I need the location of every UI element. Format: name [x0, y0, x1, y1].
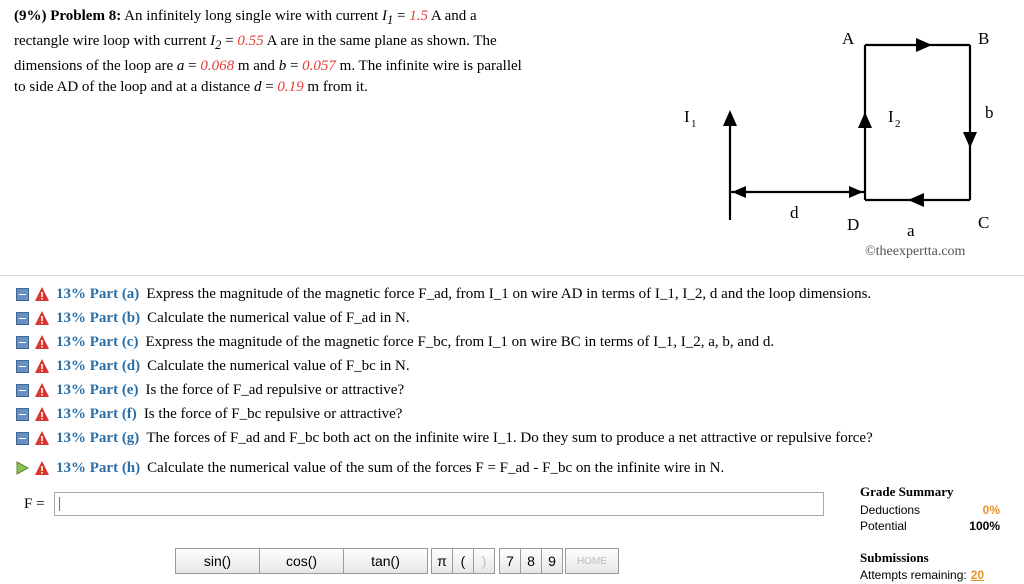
current-i2-value: 0.55 [237, 33, 264, 49]
part-text: Calculate the numerical value of F_bc in… [147, 357, 410, 374]
part-d-row[interactable]: 13% Part (d) Calculate the numerical val… [14, 354, 1014, 378]
part-b-row[interactable]: 13% Part (b) Calculate the numerical val… [14, 306, 1014, 330]
potential-value: 100% [969, 519, 1000, 533]
minimize-icon[interactable] [14, 430, 30, 446]
attempts-row: Attempts remaining: 20 [860, 567, 985, 582]
part-label[interactable]: 13% Part (f) [56, 406, 137, 423]
problem-line-4: to side AD of the loop and at a distance… [14, 79, 368, 95]
part-c-row[interactable]: 13% Part (c) Express the magnitude of th… [14, 330, 1014, 354]
warning-icon [35, 287, 49, 301]
warning-icon [35, 335, 49, 349]
label-c-corner: C [978, 213, 989, 232]
sin-key[interactable]: sin() [175, 548, 260, 574]
answer-input[interactable] [54, 492, 824, 516]
minimize-icon[interactable] [14, 358, 30, 374]
current-i1-value: 1.5 [409, 8, 428, 24]
answer-label: F = [24, 496, 45, 512]
part-g-row[interactable]: 13% Part (g) The forces of F_ad and F_bc… [14, 426, 1014, 450]
pi-key[interactable]: π [431, 548, 453, 574]
d-value: 0.19 [277, 79, 304, 95]
problem-line-2: rectangle wire loop with current I2 = 0.… [14, 33, 497, 52]
section-divider [0, 275, 1024, 276]
problem-line-3: dimensions of the loop are a = 0.068 m a… [14, 58, 522, 74]
part-text: Calculate the numerical value of F_ad in… [147, 309, 410, 326]
watermark: ©theexpertta.com [865, 244, 966, 259]
warning-icon [35, 431, 49, 445]
part-label[interactable]: 13% Part (h) [56, 460, 140, 477]
key-8[interactable]: 8 [520, 548, 542, 574]
grade-summary-title: Grade Summary [860, 484, 954, 499]
label-i1: I [684, 107, 690, 126]
potential-row: Potential 100% [860, 519, 1000, 533]
part-text: The forces of F_ad and F_bc both act on … [146, 429, 873, 446]
parts-list: 13% Part (a) Express the magnitude of th… [14, 282, 1014, 480]
text-caret [59, 497, 60, 511]
label-d-distance: d [790, 203, 799, 222]
part-h-row[interactable]: 13% Part (h) Calculate the numerical val… [14, 456, 1014, 480]
key-7[interactable]: 7 [499, 548, 521, 574]
problem-line-1: (9%) Problem 8: An infinitely long singl… [14, 8, 477, 27]
part-text: Express the magnitude of the magnetic fo… [145, 333, 775, 350]
label-a-side: a [907, 221, 915, 240]
ab-right-arrow [916, 38, 932, 52]
a-value: 0.068 [200, 58, 235, 74]
label-a-corner: A [842, 29, 855, 48]
part-text: Express the magnitude of the magnetic fo… [146, 285, 872, 302]
part-label[interactable]: 13% Part (d) [56, 358, 140, 375]
label-i2: I [888, 107, 894, 126]
part-label[interactable]: 13% Part (a) [56, 286, 139, 303]
deductions-row: Deductions 0% [860, 503, 1000, 517]
key-9[interactable]: 9 [541, 548, 563, 574]
part-label[interactable]: 13% Part (b) [56, 310, 140, 327]
problem-statement: (9%) Problem 8: An infinitely long singl… [14, 6, 614, 98]
part-label[interactable]: 13% Part (g) [56, 430, 139, 447]
submissions-title: Submissions [860, 550, 929, 565]
minimize-icon[interactable] [14, 286, 30, 302]
part-e-row[interactable]: 13% Part (e) Is the force of F_ad repuls… [14, 378, 1014, 402]
wire-loop-diagram: A B C D I 1 I 2 b a d ©theexpertta.com [684, 29, 994, 259]
part-text: Is the force of F_ad repulsive or attrac… [145, 381, 405, 398]
label-b-corner: B [978, 29, 989, 48]
part-f-row[interactable]: 13% Part (f) Is the force of F_bc repuls… [14, 402, 1014, 426]
part-text: Calculate the numerical value of the sum… [147, 459, 725, 476]
part-label[interactable]: 13% Part (c) [56, 334, 138, 351]
part-text: Is the force of F_bc repulsive or attrac… [143, 405, 403, 422]
minimize-icon[interactable] [14, 382, 30, 398]
svg-text:1: 1 [691, 118, 697, 130]
deductions-value: 0% [982, 503, 1000, 517]
part-a-row[interactable]: 13% Part (a) Express the magnitude of th… [14, 282, 1014, 306]
minimize-icon[interactable] [14, 334, 30, 350]
warning-icon [35, 359, 49, 373]
play-triangle-icon[interactable] [14, 460, 30, 476]
home-key[interactable]: HOME [565, 548, 619, 574]
label-d-corner: D [847, 215, 859, 234]
d-right-arrowhead [849, 186, 863, 198]
left-paren-key[interactable]: ( [452, 548, 474, 574]
b-value: 0.057 [302, 58, 336, 74]
i1-up-arrow [723, 110, 737, 126]
svg-text:2: 2 [895, 118, 901, 130]
warning-icon [35, 407, 49, 421]
label-b-side: b [985, 103, 994, 122]
right-paren-key[interactable]: ) [473, 548, 495, 574]
minimize-icon[interactable] [14, 406, 30, 422]
ad-up-arrow [858, 112, 872, 128]
problem-label: (9%) Problem 8: [14, 8, 122, 24]
attempts-value[interactable]: 20 [971, 568, 984, 582]
bc-down-arrow [963, 132, 977, 148]
minimize-icon[interactable] [14, 310, 30, 326]
d-left-arrowhead [732, 186, 746, 198]
warning-icon [35, 311, 49, 325]
cos-key[interactable]: cos() [259, 548, 344, 574]
grade-summary: Grade Summary Deductions 0% Potential 10… [860, 484, 1000, 534]
warning-icon [35, 461, 49, 475]
warning-icon [35, 383, 49, 397]
tan-key[interactable]: tan() [343, 548, 428, 574]
part-label[interactable]: 13% Part (e) [56, 382, 138, 399]
cd-left-arrow [908, 193, 924, 207]
submissions: Submissions Attempts remaining: 20 [860, 550, 1000, 583]
